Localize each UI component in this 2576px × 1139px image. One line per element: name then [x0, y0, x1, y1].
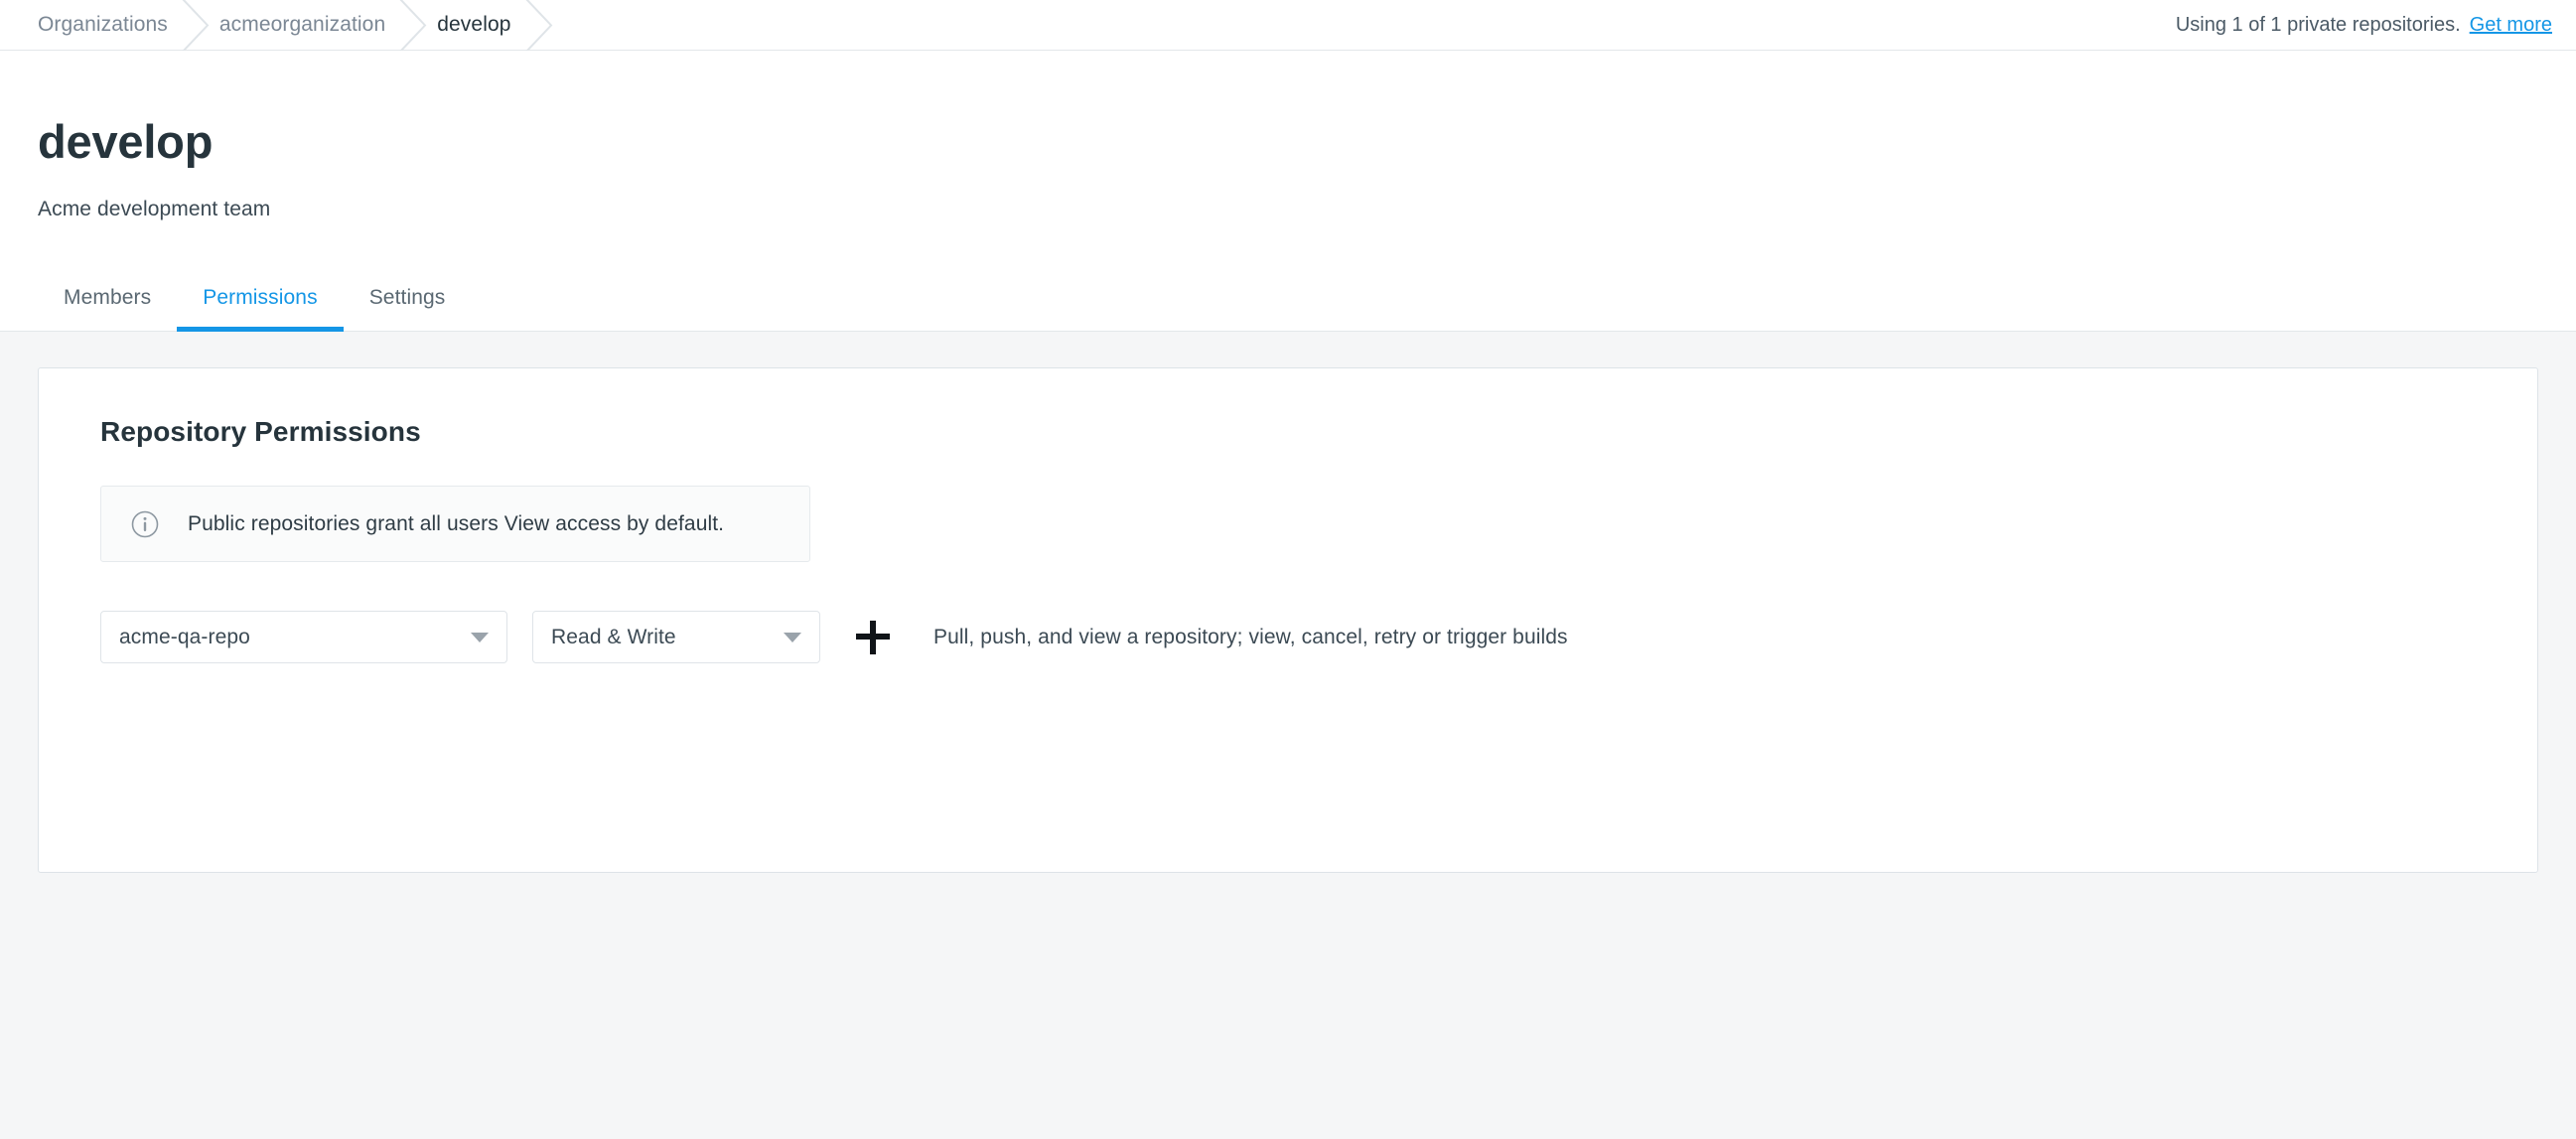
card-title: Repository Permissions [100, 368, 2476, 448]
tab-permissions[interactable]: Permissions [177, 286, 343, 331]
get-more-link[interactable]: Get more [2470, 14, 2552, 37]
access-level-select-value: Read & Write [551, 626, 676, 649]
public-repo-notice: Public repositories grant all users View… [100, 486, 810, 562]
quota-text: Using 1 of 1 private repositories. [2176, 14, 2461, 37]
tab-label: Members [64, 286, 151, 309]
breadcrumb: Organizations acmeorganization develop [0, 0, 563, 51]
repository-select-value: acme-qa-repo [119, 626, 250, 649]
repository-permissions-card: Repository Permissions Public repositori… [38, 367, 2538, 873]
breadcrumb-label: acmeorganization [219, 13, 385, 37]
info-circle-icon [131, 510, 159, 538]
page-title: develop [38, 51, 2538, 165]
tab-label: Settings [369, 286, 446, 309]
permission-description: Pull, push, and view a repository; view,… [933, 626, 1568, 649]
access-level-select[interactable]: Read & Write [532, 611, 820, 663]
tab-bar: Members Permissions Settings [0, 264, 2576, 332]
breadcrumb-item-acmeorganization[interactable]: acmeorganization [219, 0, 385, 51]
page-subtitle: Acme development team [38, 165, 2538, 221]
content-area: Repository Permissions Public repositori… [0, 332, 2576, 1139]
chevron-down-icon [471, 633, 489, 642]
breadcrumb-separator-icon [168, 0, 219, 51]
breadcrumb-separator-icon [511, 0, 563, 51]
private-repository-quota: Using 1 of 1 private repositories. Get m… [2176, 14, 2576, 37]
breadcrumb-separator-icon [385, 0, 437, 51]
permission-row: acme-qa-repo Read & Write Pull, push, an… [100, 611, 2476, 663]
page-header: develop Acme development team [0, 51, 2576, 221]
tab-members[interactable]: Members [38, 286, 177, 331]
add-permission-button[interactable] [856, 621, 890, 654]
breadcrumb-item-develop[interactable]: develop [437, 0, 510, 51]
repository-select[interactable]: acme-qa-repo [100, 611, 507, 663]
breadcrumb-item-organizations[interactable]: Organizations [0, 0, 168, 51]
notice-text: Public repositories grant all users View… [188, 512, 724, 536]
top-breadcrumb-bar: Organizations acmeorganization develop U… [0, 0, 2576, 51]
tab-label: Permissions [203, 286, 317, 309]
breadcrumb-label: develop [437, 13, 510, 37]
tab-settings[interactable]: Settings [344, 286, 472, 331]
chevron-down-icon [784, 633, 801, 642]
breadcrumb-label: Organizations [38, 13, 168, 37]
